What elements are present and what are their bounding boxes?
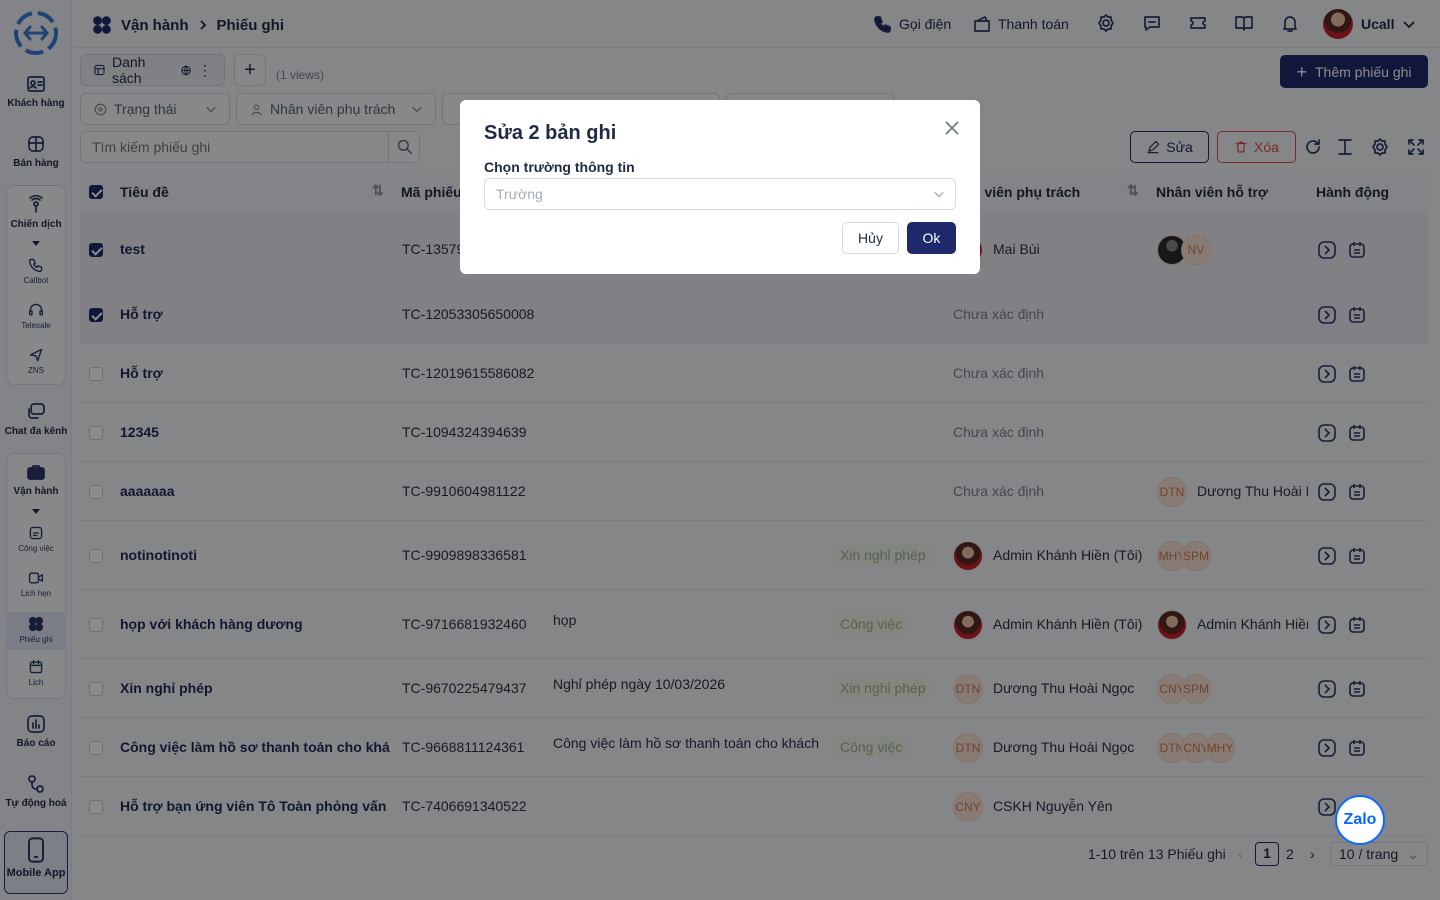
edit-records-modal: Sửa 2 bản ghi Chọn trường thông tin Trườ… [460, 100, 980, 274]
modal-title: Sửa 2 bản ghi [484, 122, 617, 144]
close-icon[interactable] [944, 120, 960, 136]
field-label: Chọn trường thông tin [484, 159, 635, 175]
chevron-down-icon [934, 191, 944, 198]
field-select[interactable]: Trường [484, 178, 956, 210]
zalo-chat-button[interactable]: Zalo [1335, 795, 1385, 845]
ok-button[interactable]: Ok [907, 222, 956, 254]
cancel-button[interactable]: Hủy [842, 222, 899, 254]
field-select-placeholder: Trường [496, 186, 543, 202]
